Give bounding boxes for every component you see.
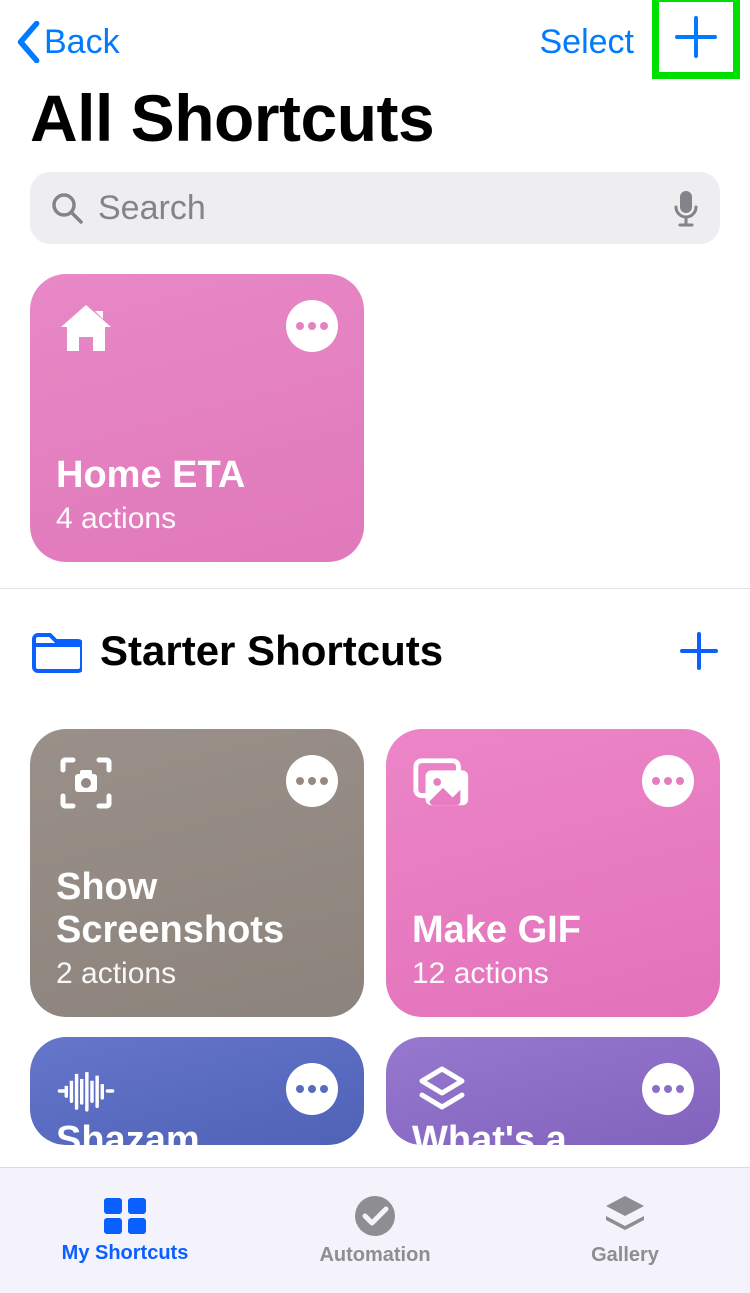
- plus-icon: [673, 14, 719, 60]
- select-button[interactable]: Select: [540, 23, 635, 62]
- card-title: Make GIF: [412, 909, 694, 953]
- card-subtitle: 12 actions: [412, 957, 694, 991]
- tab-bar: My Shortcuts Automation Gallery: [0, 1167, 750, 1293]
- camera-viewfinder-icon: [56, 755, 116, 811]
- photos-icon: [412, 755, 472, 811]
- search-placeholder: Search: [98, 189, 658, 228]
- clock-check-icon: [353, 1194, 397, 1238]
- search-icon: [50, 191, 84, 225]
- waveform-icon: [56, 1063, 116, 1119]
- card-subtitle: 4 actions: [56, 502, 338, 536]
- tab-label: My Shortcuts: [62, 1242, 189, 1265]
- card-title: Home ETA: [56, 454, 338, 498]
- home-icon: [56, 300, 116, 356]
- back-label: Back: [44, 23, 120, 62]
- card-title: What's a: [412, 1119, 694, 1145]
- tab-automation[interactable]: Automation: [250, 1168, 500, 1293]
- stack-icon: [602, 1194, 648, 1238]
- stack-icon: [412, 1063, 472, 1119]
- card-title: Show Screenshots: [56, 866, 338, 953]
- tab-gallery[interactable]: Gallery: [500, 1168, 750, 1293]
- back-button[interactable]: Back: [14, 21, 120, 63]
- shortcut-card[interactable]: Shazam: [30, 1037, 364, 1145]
- tab-my-shortcuts[interactable]: My Shortcuts: [0, 1168, 250, 1293]
- tab-label: Gallery: [591, 1244, 659, 1267]
- card-title: Shazam: [56, 1119, 338, 1145]
- folder-icon: [30, 629, 82, 673]
- card-subtitle: 2 actions: [56, 957, 338, 991]
- shortcut-card[interactable]: Home ETA 4 actions: [30, 274, 364, 562]
- shortcut-card[interactable]: What's a: [386, 1037, 720, 1145]
- card-more-button[interactable]: [286, 1063, 338, 1115]
- search-input[interactable]: Search: [30, 172, 720, 244]
- section-title: Starter Shortcuts: [100, 627, 660, 675]
- card-more-button[interactable]: [286, 300, 338, 352]
- grid-icon: [102, 1196, 148, 1236]
- microphone-icon[interactable]: [672, 189, 700, 227]
- shortcut-card[interactable]: Make GIF 12 actions: [386, 729, 720, 1017]
- card-more-button[interactable]: [286, 755, 338, 807]
- tab-label: Automation: [319, 1244, 430, 1267]
- add-shortcut-button[interactable]: [652, 0, 740, 79]
- card-more-button[interactable]: [642, 755, 694, 807]
- card-more-button[interactable]: [642, 1063, 694, 1115]
- section-add-button[interactable]: [678, 630, 720, 672]
- shortcut-card[interactable]: Show Screenshots 2 actions: [30, 729, 364, 1017]
- page-title: All Shortcuts: [0, 70, 750, 172]
- chevron-left-icon: [14, 21, 42, 63]
